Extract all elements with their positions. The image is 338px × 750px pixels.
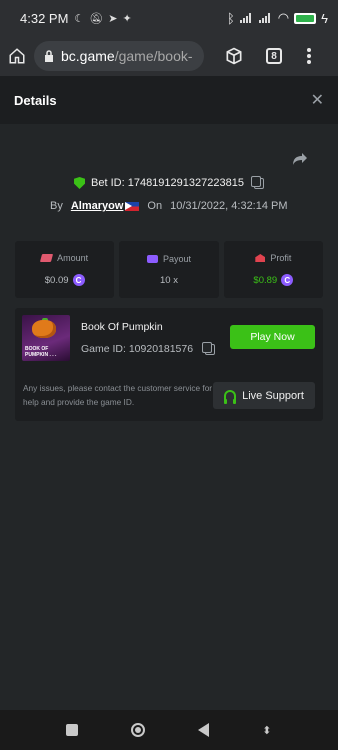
- amount-icon: [40, 254, 54, 262]
- bet-byline: By Almaryow On 10/31/2022, 4:32:14 PM: [50, 200, 288, 212]
- moon-icon: ☾: [74, 12, 85, 25]
- url-host: bc.game: [61, 48, 115, 64]
- hide-keyboard-icon[interactable]: ⬍: [262, 724, 271, 737]
- game-name: Book Of Pumpkin: [81, 321, 163, 333]
- thumbnail-text: BOOK OF PUMPKIN . . .: [25, 346, 57, 358]
- muted-bell-icon: 🔕︎: [89, 12, 104, 25]
- game-id: Game ID: 10920181576: [81, 343, 194, 355]
- home-button-icon[interactable]: [131, 723, 146, 737]
- pumpkin-shape: [32, 320, 56, 338]
- signal-icon-2: [258, 13, 273, 23]
- battery-icon: [294, 12, 317, 24]
- status-time: 4:32 PM: [20, 10, 69, 26]
- user-wrap: Almaryow: [71, 200, 140, 212]
- copy-icon[interactable]: [250, 175, 264, 189]
- details-title: Details: [14, 92, 57, 108]
- bluetooth-icon: ᛒ: [226, 10, 235, 26]
- lock-icon: [45, 50, 53, 62]
- stat-value: 10 x: [160, 274, 178, 286]
- bet-stats: Amount $0.09 C Payout 10 x Profit $0.89: [15, 241, 323, 298]
- live-support-label: Live Support: [242, 389, 304, 402]
- system-icons: ᛒ ◠ ϟ: [227, 10, 328, 26]
- game-card: BOOK OF PUMPKIN . . . Book Of Pumpkin Ga…: [15, 308, 323, 421]
- system-navigation-bar: ⬍: [0, 710, 338, 750]
- by-label: By: [50, 200, 63, 212]
- profit-icon: [255, 254, 266, 262]
- browser-toolbar: bc.game/game/book- 8: [0, 36, 338, 76]
- share-icon[interactable]: [292, 152, 308, 166]
- stat-payout-label-row: Payout: [146, 253, 191, 264]
- stat-payout-value-row: 10 x: [160, 275, 178, 286]
- headset-icon: [224, 390, 237, 404]
- signal-icon: [239, 13, 254, 23]
- stat-payout: Payout 10 x: [119, 241, 219, 298]
- payout-icon: [146, 254, 158, 263]
- wifi-icon: ◠: [277, 10, 290, 25]
- verified-shield-icon: [74, 177, 86, 189]
- status-bar: 4:32 PM ☾ 🔕︎ ➤ ✦ ᛒ ◠ ϟ: [0, 0, 338, 36]
- copy-icon[interactable]: [202, 341, 216, 355]
- stat-value: $0.89: [253, 274, 278, 286]
- coin-icon: C: [281, 274, 294, 286]
- home-icon[interactable]: [8, 47, 26, 65]
- bet-id: Bet ID: 1748191291327223815: [91, 177, 244, 189]
- stat-profit: Profit $0.89 C: [223, 241, 323, 298]
- play-now-button[interactable]: Play Now: [230, 325, 315, 349]
- tab-switcher-button[interactable]: 8: [266, 48, 282, 64]
- more-menu-icon[interactable]: [306, 47, 312, 65]
- close-icon[interactable]: ✕: [311, 90, 324, 110]
- coin-icon: C: [72, 274, 85, 286]
- recents-button-icon[interactable]: [66, 724, 79, 736]
- stat-amount-value-row: $0.09 C: [45, 274, 85, 286]
- stat-value: $0.09: [44, 274, 69, 286]
- back-button-icon[interactable]: [198, 723, 210, 737]
- bet-datetime: 10/31/2022, 4:32:14 PM: [170, 200, 288, 212]
- stat-amount: Amount $0.09 C: [15, 241, 115, 298]
- live-support-button[interactable]: Live Support: [213, 382, 315, 409]
- stat-amount-label-row: Amount: [40, 253, 89, 263]
- stat-profit-value-row: $0.89 C: [253, 274, 294, 286]
- details-header: Details ✕: [0, 76, 338, 124]
- on-label: On: [147, 200, 163, 212]
- twitter-icon: ✦: [122, 12, 132, 25]
- url-path: /game/book-: [114, 48, 193, 64]
- stat-profit-label-row: Profit: [255, 253, 291, 263]
- details-content: Bet ID: 1748191291327223815 By Almaryow …: [0, 124, 338, 710]
- stat-label: Payout: [162, 253, 191, 264]
- support-help-text: Any issues, please contact the customer …: [23, 383, 213, 407]
- telegram-icon: ➤: [108, 12, 118, 25]
- charging-icon: ϟ: [321, 10, 328, 26]
- game-thumbnail[interactable]: BOOK OF PUMPKIN . . .: [22, 315, 70, 361]
- philippines-flag-icon: [125, 201, 140, 211]
- notification-icons: ☾ 🔕︎ ➤ ✦: [74, 12, 131, 25]
- address-bar[interactable]: bc.game/game/book-: [34, 41, 204, 71]
- stat-label: Amount: [57, 253, 89, 263]
- stat-label: Profit: [270, 253, 292, 263]
- username-link[interactable]: Almaryow: [71, 200, 124, 212]
- game-id-row: Game ID: 10920181576: [81, 341, 216, 355]
- bet-id-row: Bet ID: 1748191291327223815: [0, 175, 338, 189]
- extension-icon[interactable]: [224, 46, 244, 66]
